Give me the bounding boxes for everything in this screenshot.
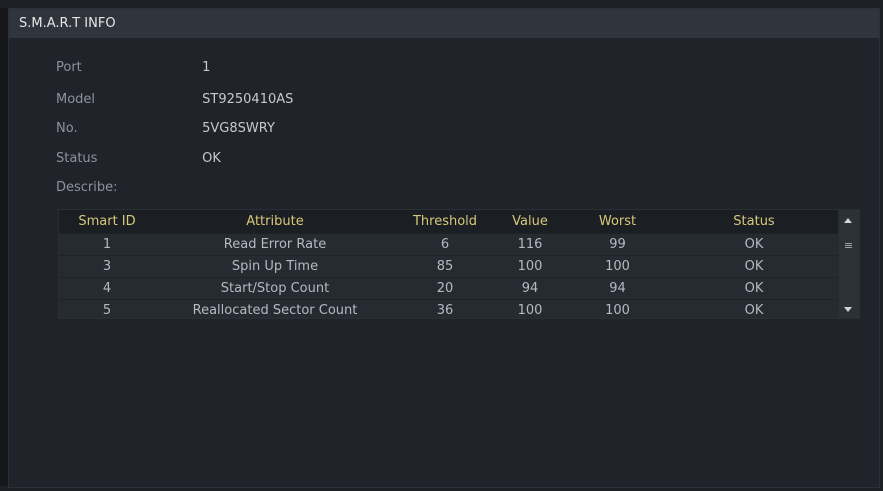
cell-attribute: Read Error Rate [223, 236, 327, 252]
cell-smart-id: 3 [102, 258, 112, 274]
cell-smart-id: 4 [102, 280, 112, 296]
cell-value: 94 [521, 280, 539, 296]
status-label: Status [56, 151, 98, 166]
col-header-status[interactable]: Status [670, 210, 838, 233]
window-title: S.M.A.R.T INFO [9, 9, 879, 38]
port-value: 1 [202, 60, 211, 75]
table-header-row: Smart ID Attribute Threshold Value Worst… [59, 210, 838, 233]
info-row-port: Port 1 [56, 60, 210, 75]
cell-worst: 99 [609, 236, 626, 252]
table-row[interactable]: 1 Read Error Rate 6 116 99 OK [59, 233, 838, 255]
cell-threshold: 36 [436, 302, 454, 318]
status-value: OK [202, 151, 221, 166]
port-label: Port [56, 60, 82, 75]
col-header-threshold[interactable]: Threshold [395, 210, 495, 233]
table-row[interactable]: 5 Reallocated Sector Count 36 100 100 OK [59, 299, 838, 321]
info-row-no: No. 5VG8SWRY [56, 121, 275, 136]
info-row-status: Status OK [56, 151, 221, 166]
cell-attribute: Reallocated Sector Count [192, 302, 358, 318]
cell-attribute: Spin Up Time [231, 258, 319, 274]
cell-status: OK [744, 236, 764, 252]
cell-threshold: 20 [436, 280, 454, 296]
cell-worst: 100 [605, 258, 630, 274]
cell-smart-id: 1 [102, 236, 112, 252]
col-header-smart-id[interactable]: Smart ID [59, 210, 155, 233]
cell-smart-id: 5 [102, 302, 112, 318]
cell-value: 100 [517, 302, 543, 318]
cell-threshold: 6 [440, 236, 450, 252]
table-scrollbar[interactable]: ≡ [839, 210, 859, 318]
model-label: Model [56, 92, 96, 107]
cell-attribute: Start/Stop Count [220, 280, 330, 296]
cell-status: OK [744, 280, 764, 296]
left-edge [0, 8, 8, 486]
cell-worst: 100 [605, 302, 630, 318]
table-row[interactable]: 4 Start/Stop Count 20 94 94 OK [59, 277, 838, 299]
cell-status: OK [744, 302, 764, 318]
scroll-up-arrow-icon[interactable] [844, 218, 852, 223]
smart-table[interactable]: Smart ID Attribute Threshold Value Worst… [58, 209, 860, 319]
no-label: No. [56, 121, 78, 136]
describe-label: Describe: [56, 180, 118, 195]
scroll-down-arrow-icon[interactable] [844, 307, 852, 312]
info-row-model: Model ST9250410AS [56, 92, 293, 107]
scroll-thumb-grip-icon[interactable]: ≡ [843, 240, 854, 252]
table-row[interactable]: 3 Spin Up Time 85 100 100 OK [59, 255, 838, 277]
cell-value: 116 [517, 236, 543, 252]
col-header-value[interactable]: Value [495, 210, 565, 233]
col-header-worst[interactable]: Worst [565, 210, 670, 233]
cell-worst: 94 [609, 280, 626, 296]
cell-value: 100 [517, 258, 543, 274]
info-row-describe: Describe: [56, 180, 198, 195]
smart-info-window: S.M.A.R.T INFO Port 1 Model ST9250410AS … [8, 8, 880, 488]
no-value: 5VG8SWRY [202, 121, 275, 136]
cell-threshold: 85 [436, 258, 454, 274]
col-header-attribute[interactable]: Attribute [155, 210, 395, 233]
cell-status: OK [744, 258, 764, 274]
model-value: ST9250410AS [202, 92, 294, 107]
